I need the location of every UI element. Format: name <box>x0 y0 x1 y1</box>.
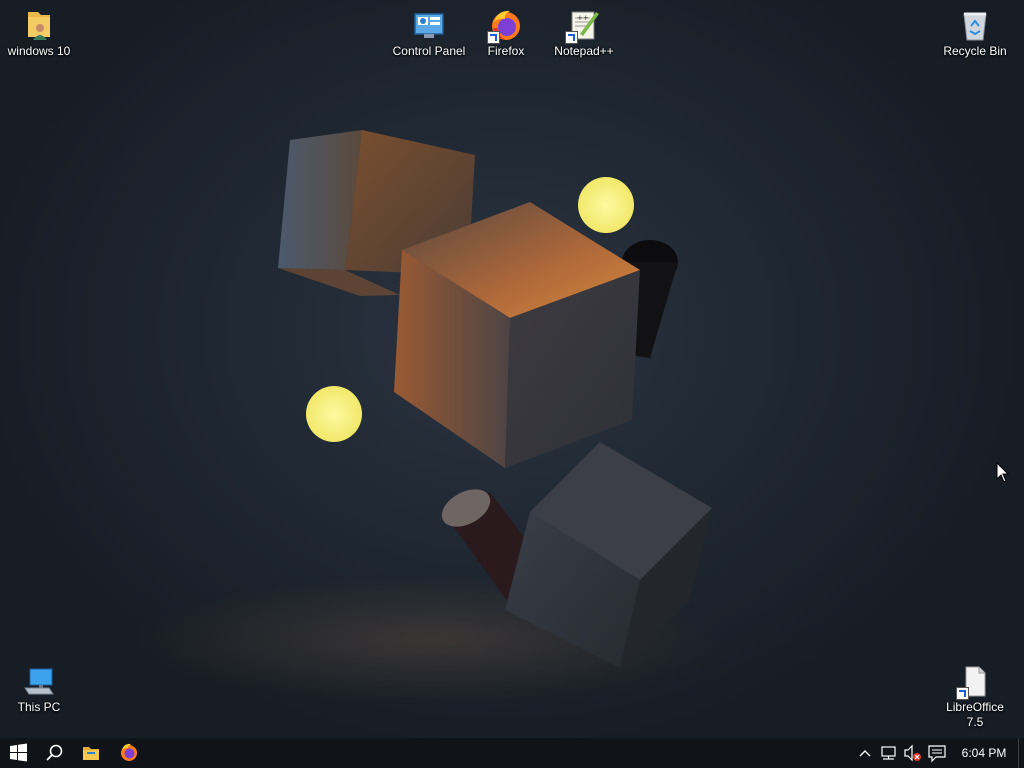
desktop-icon-libreoffice[interactable]: LibreOffice 7.5 <box>937 658 1013 732</box>
desktop-icon-label: LibreOffice 7.5 <box>946 700 1004 729</box>
desktop-icon-control-panel[interactable]: Control Panel <box>391 2 467 64</box>
taskbar: 6:04 PM <box>0 738 1024 768</box>
control-panel-icon <box>412 8 446 42</box>
shortcut-arrow-icon <box>565 31 578 44</box>
desktop-icon-notepad-plus-plus[interactable]: ++ Notepad++ <box>546 2 622 64</box>
desktop-icon-firefox[interactable]: Firefox <box>468 2 544 64</box>
action-center-button[interactable] <box>926 738 948 768</box>
recycle-bin-icon <box>958 8 992 42</box>
start-button[interactable] <box>0 738 36 768</box>
network-icon <box>881 746 896 760</box>
desktop-icon-windows-10[interactable]: windows 10 <box>1 2 77 64</box>
volume-muted-icon <box>904 744 921 762</box>
desktop-icon-label: Firefox <box>487 44 525 58</box>
wallpaper <box>278 130 712 668</box>
svg-text:++: ++ <box>577 14 589 22</box>
file-explorer-button[interactable] <box>73 738 109 768</box>
taskbar-clock[interactable]: 6:04 PM <box>955 738 1013 768</box>
shortcut-arrow-icon <box>956 687 969 700</box>
wallpaper-orb-upper <box>578 177 634 233</box>
network-tray-button[interactable] <box>878 738 900 768</box>
desktop-icon-label: Control Panel <box>392 44 466 58</box>
this-pc-icon <box>22 664 56 698</box>
firefox-icon <box>487 8 523 44</box>
notification-icon <box>928 745 946 763</box>
wallpaper-cube-top-left-bottom <box>278 268 400 296</box>
libreoffice-icon <box>956 664 992 700</box>
firefox-taskbar-button[interactable] <box>111 738 147 768</box>
desktop-icon-label: Notepad++ <box>554 44 614 58</box>
volume-tray-button[interactable] <box>902 738 924 768</box>
desktop[interactable]: windows 10 Control Panel Firefox ++ Note… <box>0 0 1024 738</box>
show-desktop-button[interactable] <box>1018 738 1024 768</box>
desktop-icon-this-pc[interactable]: This PC <box>1 658 77 720</box>
folder-icon <box>83 747 99 760</box>
desktop-icon-label: windows 10 <box>7 44 71 58</box>
search-icon <box>46 744 63 761</box>
desktop-icon-recycle-bin[interactable]: Recycle Bin <box>937 2 1013 64</box>
user-folder-icon <box>22 8 56 42</box>
notepad-plus-plus-icon: ++ <box>565 8 601 44</box>
firefox-icon <box>121 743 137 761</box>
mouse-cursor-icon <box>996 462 1010 483</box>
chevron-up-icon <box>859 750 871 757</box>
windows-logo-icon <box>10 743 27 762</box>
search-button[interactable] <box>36 738 72 768</box>
show-hidden-icons-button[interactable] <box>856 738 874 768</box>
desktop-icon-label: This PC <box>17 700 61 714</box>
shortcut-arrow-icon <box>487 31 500 44</box>
wallpaper-orb-lower <box>306 386 362 442</box>
desktop-icon-label: Recycle Bin <box>943 44 1007 58</box>
